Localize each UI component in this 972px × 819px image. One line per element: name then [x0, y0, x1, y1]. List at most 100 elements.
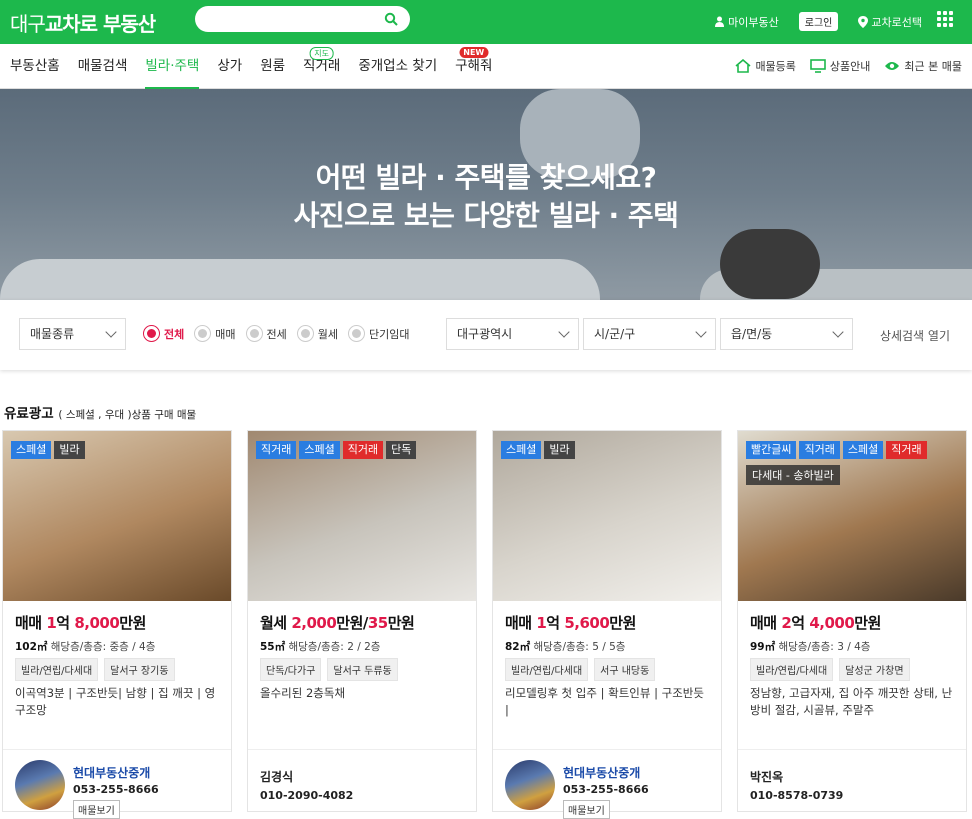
listing-card[interactable]: 직거래 스페셜 직거래 단독 월세 2,000만원/35만원 55㎡ 해당층/총층: 2 …	[247, 430, 477, 812]
floor-label: 해당층/총층:	[533, 641, 589, 653]
city-select[interactable]: 대구광역시	[446, 318, 579, 350]
register-listing-link[interactable]: 매물등록	[735, 58, 796, 74]
price-part: 35	[367, 614, 388, 632]
listing-badge: 빌라	[54, 441, 85, 459]
listing-card[interactable]: 스페셜 빌라 매매 1억 8,000만원 102㎡ 해당층/총층: 중층 / 4층 빌라…	[2, 430, 232, 819]
section-subtitle: ( 스페셜 , 우대 )상품 구매 매물	[58, 409, 197, 421]
owner-name: 김경식	[260, 770, 294, 784]
region-select-link[interactable]: 교차로선택	[858, 14, 922, 30]
listing-contact: 현대부동산중개 053-255-8666 매물보기	[3, 749, 231, 819]
listing-photo[interactable]: 스페셜 빌라	[3, 431, 231, 601]
deal-type-radio[interactable]: 단기임대	[348, 325, 409, 342]
region-select-label: 교차로선택	[871, 15, 922, 29]
listing-photo[interactable]: 직거래 스페셜 직거래 단독	[248, 431, 476, 601]
listing-badge: 직거래	[886, 441, 927, 459]
price-part: 만원	[119, 614, 146, 632]
listing-tag: 빌라/연립/다세대	[505, 658, 589, 681]
user-icon	[715, 16, 725, 27]
radio-label: 매매	[215, 327, 236, 341]
price-part: 1	[531, 614, 547, 632]
price-part: 만원/	[336, 614, 368, 632]
listing-card[interactable]: 빨간글씨 직거래 스페셜 직거래 다세대 - 송하빌라 매매 2억 4,000만원 99㎡ …	[737, 430, 967, 812]
radio-label: 전체	[164, 327, 185, 341]
listing-description: 리모델링후 첫 입주 | 확트인뷰 | 구조반듯 |	[505, 686, 704, 717]
radio-dot	[296, 325, 314, 342]
recent-viewed-label: 최근 본 매물	[904, 60, 962, 73]
agent-phone: 053-255-8666	[563, 783, 649, 796]
listing-tag: 달서구 장기동	[104, 658, 175, 681]
nav-item-label: 직거래	[303, 58, 341, 74]
home-icon	[735, 59, 751, 73]
city-value: 대구광역시	[457, 327, 513, 341]
agent-name[interactable]: 현대부동산중개	[73, 764, 150, 781]
listing-badge: 스페셜	[501, 441, 542, 459]
view-listings-button[interactable]: 매물보기	[563, 800, 610, 819]
top-links: 마이부동산 로그인 교차로선택	[714, 12, 922, 31]
recent-viewed-link[interactable]: 최근 본 매물	[884, 58, 962, 74]
search-icon[interactable]	[384, 12, 398, 26]
property-type-select[interactable]: 매물종류	[19, 318, 126, 350]
floor-label: 해당층/총층:	[50, 641, 107, 653]
chevron-down-icon	[695, 326, 707, 338]
search-box	[195, 6, 410, 32]
floor-value: 2 / 2층	[347, 641, 381, 653]
listing-badge: 빌라	[544, 441, 575, 459]
nav-item[interactable]: 원룸	[260, 44, 285, 89]
product-info-link[interactable]: 상품안내	[810, 58, 870, 74]
nav-item[interactable]: 부동산홈	[10, 44, 60, 89]
town-value: 읍/면/동	[731, 327, 773, 341]
listing-price: 매매 1억 5,600만원	[505, 612, 636, 633]
product-info-label: 상품안내	[829, 60, 871, 73]
logo-brand: 교차로 부동산	[44, 12, 156, 36]
my-realestate-link[interactable]: 마이부동산	[714, 14, 779, 30]
nav-item[interactable]: 매물검색	[78, 44, 128, 89]
site-logo[interactable]: 대구교차로 부동산	[10, 8, 156, 37]
town-select[interactable]: 읍/면/동	[720, 318, 853, 350]
listing-specs: 82㎡ 해당층/총층: 5 / 5층	[505, 639, 625, 654]
price-part: 억	[546, 614, 565, 632]
listing-description: 올수리된 2층독채	[260, 686, 346, 700]
nav-item[interactable]: 상가	[217, 44, 242, 89]
agent-phone: 053-255-8666	[73, 783, 159, 796]
price-part: 만원	[387, 614, 415, 632]
deal-type-radio[interactable]: 월세	[296, 325, 338, 342]
price-part: 2,000	[286, 614, 337, 632]
view-listings-button[interactable]: 매물보기	[73, 800, 120, 819]
radio-label: 전세	[266, 327, 287, 341]
floor-label: 해당층/총층:	[288, 641, 344, 653]
owner-phone: 010-8578-0739	[750, 789, 844, 802]
nav-menu: 부동산홈 매물검색 빌라·주택 상가 원룸 직거래 지도 중개업소 찾기 구해줘 NEW	[10, 44, 492, 89]
deal-type-radio[interactable]: 매매	[194, 325, 236, 342]
deal-type-radio[interactable]: 전체	[143, 325, 184, 342]
listing-card[interactable]: 스페셜 빌라매매 1억 5,600만원 82㎡ 해당층/총층: 5 / 5층빌라/연…	[492, 430, 722, 819]
listing-tags: 빌라/연립/다세대 달서구 장기동	[15, 658, 175, 681]
nav-item[interactable]: 빌라·주택	[145, 44, 200, 89]
price-part: 1	[41, 614, 57, 632]
owner-phone: 010-2090-4082	[260, 789, 354, 802]
listing-photo[interactable]: 스페셜 빌라	[493, 431, 721, 601]
listing-specs: 99㎡ 해당층/총층: 3 / 4층	[750, 639, 870, 654]
price-part: 8,000	[74, 614, 120, 632]
agent-avatar	[505, 760, 555, 810]
nav-item[interactable]: 구해줘 NEW	[455, 44, 492, 89]
login-button[interactable]: 로그인	[798, 12, 839, 31]
price-part: 억	[791, 614, 810, 632]
listing-badge: 스페셜	[842, 441, 884, 459]
price-part: 억	[56, 614, 75, 632]
district-select[interactable]: 시/군/구	[583, 318, 716, 350]
listing-area: 82㎡	[505, 641, 531, 653]
price-type: 매매	[750, 614, 777, 632]
nav-item[interactable]: 직거래 지도	[303, 44, 340, 89]
listing-photo[interactable]: 빨간글씨 직거래 스페셜 직거래 다세대 - 송하빌라	[738, 431, 966, 601]
listing-contact: 박진옥 010-8578-0739	[738, 749, 966, 811]
agent-name[interactable]: 현대부동산중개	[563, 764, 640, 781]
nav-item-badge: NEW	[459, 47, 489, 58]
property-type-value: 매물종류	[30, 327, 75, 341]
search-input[interactable]	[209, 6, 379, 32]
apps-grid-icon[interactable]	[937, 11, 954, 28]
deal-type-radio[interactable]: 전세	[245, 325, 287, 342]
nav-item[interactable]: 중개업소 찾기	[358, 44, 437, 89]
nav-item-label: 매물검색	[77, 58, 128, 74]
detail-search-toggle[interactable]: 상세검색 열기	[880, 327, 950, 344]
listing-area: 102㎡	[15, 641, 48, 653]
